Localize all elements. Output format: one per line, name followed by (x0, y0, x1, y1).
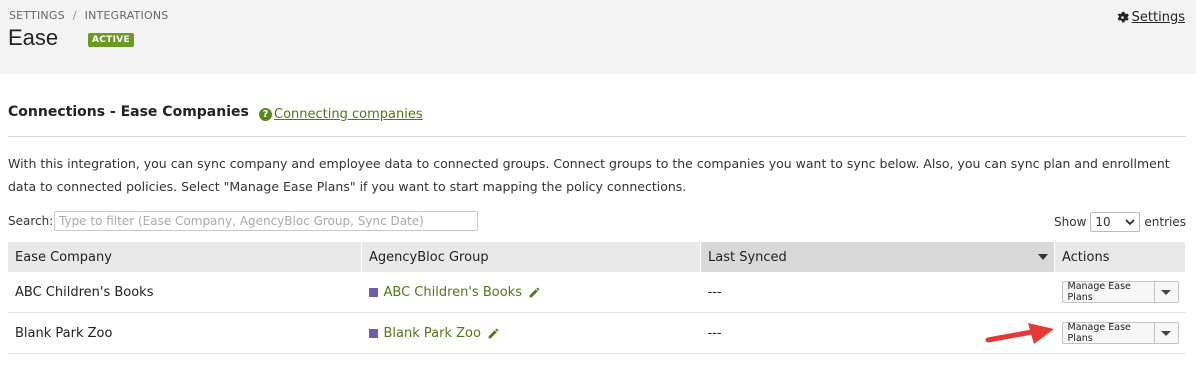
sort-desc-icon (1038, 254, 1048, 260)
actions-cell: Manage Ease Plans (1054, 312, 1186, 354)
ease-company-cell: ABC Children's Books (8, 272, 362, 313)
page-header: SETTINGS / INTEGRATIONS Ease ACTIVE Settin… (0, 0, 1196, 74)
caret-down-icon (1161, 330, 1171, 336)
last-synced-header-label: Last Synced (708, 249, 787, 265)
table-header-row: Ease Company AgencyBloc Group Last Synce… (8, 242, 1186, 272)
breadcrumb: SETTINGS / INTEGRATIONS (9, 9, 168, 22)
manage-ease-plans-button[interactable]: Manage Ease Plans (1061, 322, 1154, 344)
table-row: ABC Children's Books ABC Children's Book… (8, 272, 1186, 313)
breadcrumb-separator: / (72, 9, 77, 22)
integration-description: With this integration, you can sync comp… (8, 156, 1170, 194)
chevron-down-icon (1125, 219, 1135, 226)
show-label: Show (1054, 215, 1087, 229)
group-color-swatch (368, 287, 378, 297)
entries-select-value: 10 (1095, 215, 1111, 229)
entries-select[interactable]: 10 (1090, 212, 1141, 232)
last-synced-cell: --- (700, 272, 1055, 313)
agencybloc-group-cell: ABC Children's Books (361, 272, 701, 313)
column-header-agencybloc-group[interactable]: AgencyBloc Group (361, 242, 701, 272)
connecting-companies-link[interactable]: ? Connecting companies (259, 107, 423, 122)
agencybloc-group-cell: Blank Park Zoo (361, 312, 701, 354)
column-header-actions: Actions (1054, 242, 1186, 272)
ease-company-cell: Blank Park Zoo (8, 312, 362, 354)
actions-dropdown-toggle[interactable] (1153, 281, 1179, 303)
column-header-ease-company[interactable]: Ease Company (8, 242, 362, 272)
pencil-icon[interactable] (487, 327, 500, 340)
actions-dropdown-toggle[interactable] (1153, 322, 1179, 344)
settings-link[interactable]: Settings (1116, 10, 1185, 25)
breadcrumb-integrations[interactable]: INTEGRATIONS (85, 9, 169, 22)
search-input[interactable] (54, 211, 478, 231)
search-label: Search: (8, 214, 54, 228)
group-link[interactable]: Blank Park Zoo (384, 326, 481, 341)
annotation-arrow (985, 323, 1054, 344)
question-circle-icon: ? (259, 108, 272, 121)
entries-label: entries (1144, 215, 1186, 229)
settings-link-label: Settings (1131, 10, 1185, 25)
actions-cell: Manage Ease Plans (1054, 272, 1186, 313)
section-title: Connections - Ease Companies (8, 104, 249, 120)
column-header-last-synced[interactable]: Last Synced (700, 242, 1055, 272)
page-length-control: Show 10 entries (1054, 212, 1186, 232)
caret-down-icon (1161, 289, 1171, 295)
status-badge: ACTIVE (88, 33, 134, 47)
page-title: Ease (8, 25, 59, 50)
help-link-label: Connecting companies (274, 107, 423, 122)
manage-ease-plans-button[interactable]: Manage Ease Plans (1061, 281, 1154, 303)
group-color-swatch (368, 328, 378, 338)
breadcrumb-settings[interactable]: SETTINGS (9, 9, 65, 22)
group-link[interactable]: ABC Children's Books (384, 285, 523, 300)
pencil-icon[interactable] (528, 286, 541, 299)
gear-icon (1117, 11, 1129, 23)
section-divider (8, 136, 1186, 137)
